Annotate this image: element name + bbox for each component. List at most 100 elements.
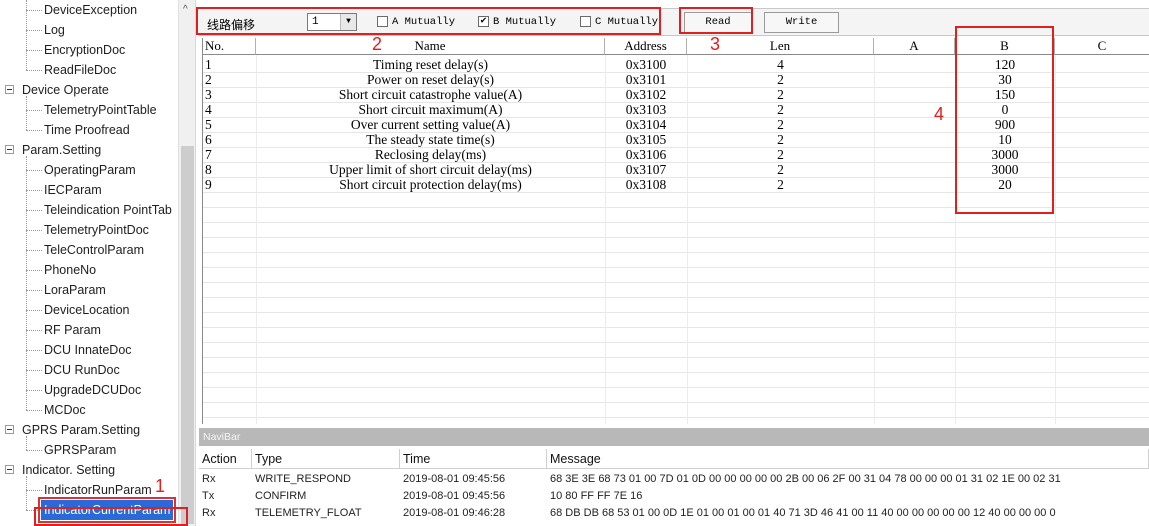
tree-connector (26, 70, 42, 71)
tree-item-label: Teleindication PointTab (44, 203, 172, 217)
grid-line (203, 237, 1149, 238)
column-header[interactable]: A (874, 38, 955, 55)
log-column-header[interactable]: Message (547, 449, 1149, 469)
grid-line (955, 55, 956, 424)
write-button[interactable]: Write (764, 12, 839, 33)
log-column-header[interactable]: Action (199, 449, 252, 469)
log-cell: Rx (202, 507, 216, 519)
line-offset-value: 1 (312, 16, 319, 28)
grid-line (203, 312, 1149, 313)
log-cell: Tx (202, 490, 215, 502)
grid-cell (874, 132, 955, 147)
line-offset-select[interactable]: 1 ▼ (307, 13, 357, 31)
tree-connector (26, 190, 42, 191)
tree-item-label: GPRSParam (44, 443, 117, 457)
checkbox-box[interactable] (580, 15, 591, 27)
tree-connector (26, 156, 27, 410)
grid-cell: 0x3102 (625, 87, 667, 102)
column-header[interactable]: B (955, 38, 1055, 55)
log-cell: 2019-08-01 09:45:56 (403, 490, 506, 502)
grid-line (203, 207, 1149, 208)
read-button[interactable]: Read (684, 12, 752, 33)
grid-cell (1055, 147, 1149, 162)
tree-item-label: MCDoc (44, 403, 86, 417)
grid-cell: 0x3107 (625, 162, 667, 177)
collapse-icon[interactable] (5, 85, 14, 94)
collapse-icon[interactable] (5, 145, 14, 154)
grid-cell: 2 (777, 72, 784, 87)
tree-item-label: IndicatorRunParam (44, 483, 152, 497)
grid-line (203, 342, 1149, 343)
grid-cell: 2 (777, 102, 784, 117)
grid-cell: 0x3104 (625, 117, 667, 132)
tree-item-label: Param.Setting (22, 143, 102, 157)
log-cell: 2019-08-01 09:45:56 (403, 473, 506, 485)
grid-line (203, 192, 1149, 193)
grid-cell: 4 (777, 57, 784, 72)
scroll-up-icon[interactable]: ^ (183, 4, 188, 15)
grid-cell: 0x3100 (625, 57, 667, 72)
b-mutually-label: B Mutually (493, 16, 557, 28)
tree-connector (26, 10, 42, 11)
main-panel: 线路偏移 1 ▼ A Mutually ✔ B Mutually C Mutual… (199, 0, 1149, 526)
grid-cell[interactable]: 120 (955, 57, 1055, 72)
grid-line (605, 55, 606, 424)
grid-cell: Timing reset delay(s) (373, 57, 488, 72)
log-cell: 10 80 FF FF 7E 16 (550, 490, 643, 502)
grid-cell[interactable]: 900 (955, 117, 1055, 132)
log-column-header[interactable]: Type (252, 449, 400, 469)
grid-cell (874, 72, 955, 87)
grid-cell (1055, 162, 1149, 177)
navibar-panel: NaviBar Action Type Time Message Rx WRITE_RES… (199, 428, 1149, 526)
chevron-down-icon[interactable]: ▼ (340, 14, 356, 30)
grid-cell: 3 (205, 87, 212, 102)
grid-cell: 8 (205, 162, 212, 177)
grid-cell[interactable]: 20 (955, 177, 1055, 192)
column-header[interactable]: Address (605, 38, 687, 55)
tree-item-label: PhoneNo (44, 263, 97, 277)
grid-cell[interactable]: 30 (955, 72, 1055, 87)
grid-cell[interactable]: 3000 (955, 147, 1055, 162)
tree-connector (26, 290, 42, 291)
grid-cell: 0x3105 (625, 132, 667, 147)
grid-cell: Reclosing delay(ms) (374, 147, 487, 162)
tree-connector (26, 0, 27, 70)
tree-connector (26, 350, 42, 351)
grid-cell[interactable]: 150 (955, 87, 1055, 102)
log-column-header[interactable]: Time (400, 449, 547, 469)
grid-cell (874, 147, 955, 162)
grid-cell (1055, 57, 1149, 72)
tree-item-label: TelemetryPointDoc (44, 223, 149, 237)
tree-scroll-thumb[interactable] (181, 146, 194, 524)
checkbox-box[interactable]: ✔ (478, 15, 489, 27)
grid-cell: 4 (205, 102, 212, 117)
grid-line (203, 402, 1149, 403)
grid-cell[interactable]: 10 (955, 132, 1055, 147)
checkbox-box[interactable] (377, 15, 388, 27)
navigation-tree: DeviceException Log EncryptionDoc ReadFileD… (0, 0, 196, 526)
grid-line (203, 417, 1149, 418)
grid-cell (1055, 117, 1149, 132)
grid-cell: 0x3103 (625, 102, 667, 117)
grid-cell: Short circuit maximum(A) (358, 102, 503, 117)
collapse-icon[interactable] (5, 465, 14, 474)
tree-item-label: Indicator. Setting (22, 463, 116, 477)
a-mutually-checkbox[interactable]: A Mutually (377, 15, 455, 31)
grid-cell[interactable]: 3000 (955, 162, 1055, 177)
grid-cell[interactable]: 0 (955, 102, 1055, 117)
grid-line (203, 252, 1149, 253)
collapse-icon[interactable] (5, 425, 14, 434)
grid-line (203, 282, 1149, 283)
c-mutually-checkbox[interactable]: C Mutually (580, 15, 658, 31)
grid-cell: 0x3101 (625, 72, 667, 87)
grid-cell: 0x3108 (625, 177, 667, 192)
grid-cell (1055, 72, 1149, 87)
grid-line (203, 177, 1149, 178)
tree-connector (26, 436, 27, 450)
column-header[interactable]: Name (256, 38, 605, 55)
column-header[interactable]: C (1055, 38, 1149, 55)
b-mutually-checkbox[interactable]: ✔ B Mutually (478, 15, 556, 31)
tree-scrollbar[interactable]: ^ (178, 0, 195, 526)
column-header[interactable]: No. (203, 38, 256, 55)
tree-connector (26, 130, 42, 131)
